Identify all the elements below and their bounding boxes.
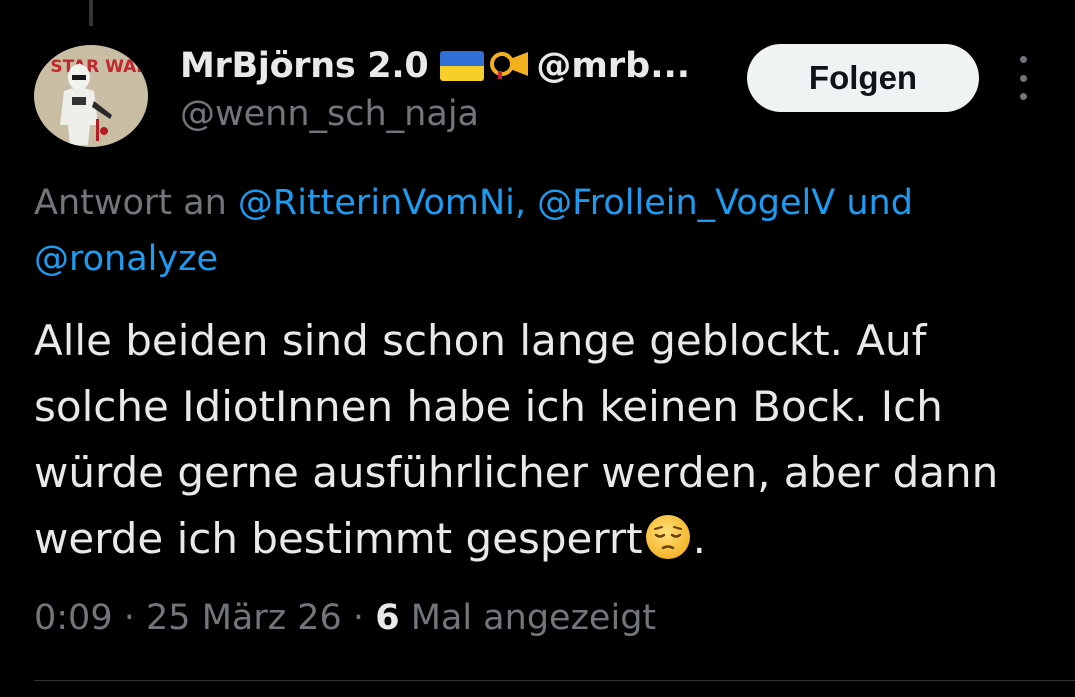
avatar[interactable]: STAR WARS: [34, 45, 148, 147]
avatar-image: STAR WARS: [34, 45, 148, 147]
pensive-face-emoji: [645, 515, 690, 559]
mention-link[interactable]: @RitterinVomNi,: [238, 183, 526, 223]
mention-link[interactable]: @ronalyze: [34, 239, 218, 279]
meta-separator: ·: [123, 598, 135, 638]
post-horn-icon: [488, 47, 534, 85]
more-options-icon[interactable]: [1008, 56, 1038, 100]
tweet-time[interactable]: 0:09: [34, 598, 113, 638]
author-header: MrBjörns 2.0 @mrb... @wenn_sch_naja: [180, 40, 720, 134]
author-username[interactable]: @wenn_sch_naja: [180, 94, 720, 134]
reply-context: Antwort an @RitterinVomNi, @Frollein_Vog…: [34, 175, 1044, 287]
divider: [34, 680, 1075, 681]
tweet-date[interactable]: 25 März 26: [146, 598, 342, 638]
views-count: 6: [375, 598, 400, 638]
tweet-text: Alle beiden sind schon lange geblockt. A…: [34, 308, 1054, 572]
reply-prefix: Antwort an: [34, 183, 227, 223]
author-display-name-suffix: @mrb...: [536, 46, 691, 86]
tweet-metadata: 0:09 · 25 März 26 · 6 Mal angezeigt: [34, 590, 656, 646]
author-display-name[interactable]: MrBjörns 2.0: [180, 46, 429, 86]
views-label: Mal angezeigt: [410, 598, 657, 638]
avatar-logo-text: STAR WARS: [50, 57, 148, 77]
tweet-text-end: .: [692, 514, 706, 563]
follow-button[interactable]: Folgen: [747, 44, 979, 112]
meta-separator: ·: [352, 598, 365, 638]
thread-connector-line: [89, 0, 93, 26]
tweet-detail: STAR WARS MrBjörns 2.0: [0, 0, 1075, 697]
ukraine-flag-icon: [440, 51, 485, 81]
display-name-row: MrBjörns 2.0 @mrb...: [180, 40, 720, 92]
tweet-text-body: Alle beiden sind schon lange geblockt. A…: [34, 316, 999, 563]
mention-and-others[interactable]: und: [846, 183, 913, 223]
mention-link[interactable]: @Frollein_VogelV: [537, 183, 835, 223]
